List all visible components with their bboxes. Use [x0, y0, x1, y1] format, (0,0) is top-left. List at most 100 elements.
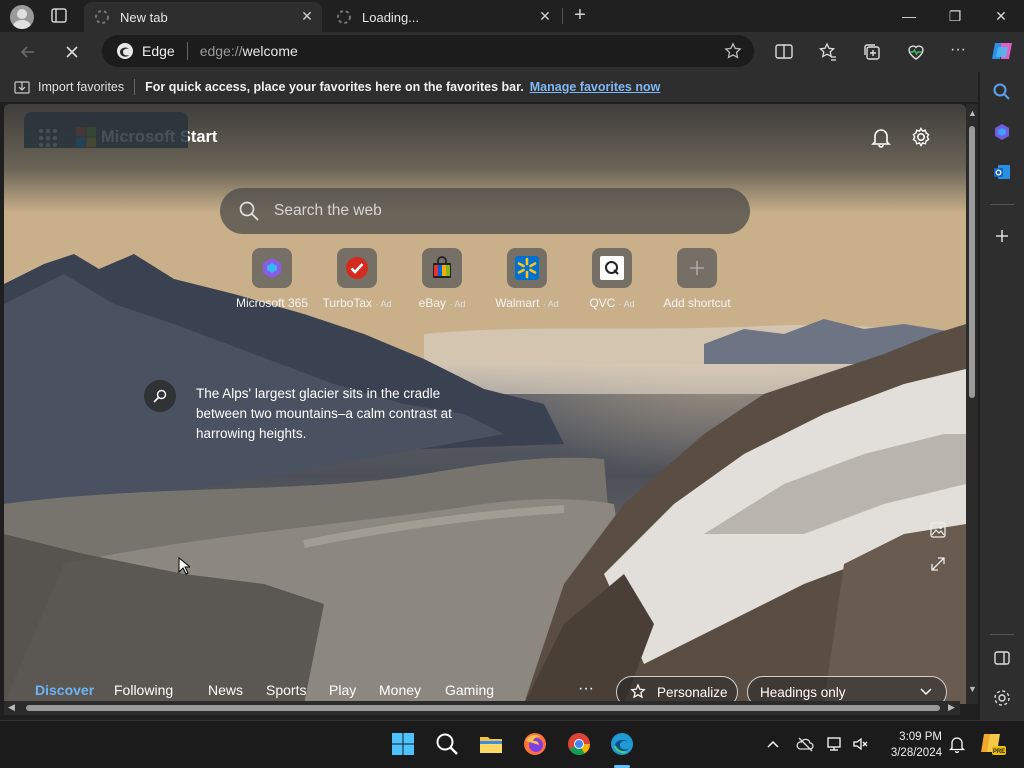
minimize-button[interactable]: —: [886, 0, 932, 32]
import-favorites-link[interactable]: Import favorites: [38, 80, 124, 94]
microsoft-365-icon[interactable]: [992, 122, 1012, 142]
ad-marker: · Ad: [375, 299, 392, 309]
firefox-icon[interactable]: [522, 731, 548, 757]
add-favorite-star-icon[interactable]: [724, 42, 742, 60]
personalize-label: Personalize: [657, 684, 728, 700]
ad-marker: · Ad: [618, 299, 635, 309]
windows-start-icon[interactable]: [390, 731, 416, 757]
mouse-cursor-icon: [178, 557, 190, 575]
address-toolbar: Edge edge://welcome ··· 1: [0, 32, 1024, 95]
file-explorer-icon[interactable]: [478, 731, 504, 757]
shortcut-tile: [677, 248, 717, 288]
web-search-box[interactable]: Search the web: [220, 188, 750, 234]
shortcut-tile: [422, 248, 462, 288]
ad-marker: · Ad: [449, 299, 466, 309]
onedrive-offline-icon[interactable]: [796, 735, 814, 753]
scrollbar-thumb[interactable]: [969, 126, 975, 398]
add-sidebar-app-icon[interactable]: [992, 226, 1012, 246]
taskbar-search-icon[interactable]: [434, 731, 460, 757]
more-tabs-button[interactable]: ···: [578, 680, 594, 698]
shortcut-tile: [337, 248, 377, 288]
scroll-left-arrow-icon[interactable]: ◀: [8, 702, 15, 713]
expand-image-icon[interactable]: [928, 554, 948, 574]
site-identity-label: Edge: [142, 43, 175, 59]
tab-title: Loading...: [362, 9, 420, 25]
sidebar-settings-gear-icon[interactable]: [992, 688, 1012, 708]
url-scheme: edge://: [199, 43, 243, 59]
tab-actions-icon[interactable]: [50, 7, 70, 25]
restore-button[interactable]: ❐: [932, 0, 978, 32]
collections-icon[interactable]: [862, 42, 882, 62]
back-button[interactable]: [16, 40, 40, 64]
stop-loading-button[interactable]: [60, 40, 84, 64]
tab-following[interactable]: Following: [114, 682, 173, 698]
ad-marker: · Ad: [542, 299, 559, 309]
stop-icon: [66, 46, 78, 58]
tab-money[interactable]: Money: [379, 682, 421, 698]
tab-new-tab[interactable]: New tab ✕: [84, 2, 322, 32]
edge-taskbar-icon[interactable]: [609, 731, 635, 757]
new-tab-page: Microsoft Start Search the web Microsoft…: [4, 104, 966, 704]
hide-sidebar-icon[interactable]: [992, 648, 1012, 668]
notification-bell-icon[interactable]: [948, 735, 966, 753]
settings-more-button[interactable]: ···: [950, 42, 970, 62]
tab-play[interactable]: Play: [329, 682, 356, 698]
address-divider: [186, 42, 188, 60]
walmart-spark-icon: [515, 256, 539, 280]
vertical-scrollbar[interactable]: ▲ ▼: [966, 104, 978, 704]
search-icon[interactable]: [992, 82, 1012, 102]
search-icon: [239, 201, 259, 221]
copilot-pre-icon[interactable]: PRE: [980, 732, 1006, 756]
image-info-button[interactable]: [144, 380, 176, 412]
image-caption[interactable]: The Alps' largest glacier sits in the cr…: [196, 384, 466, 444]
plus-icon: [690, 261, 704, 275]
profile-avatar[interactable]: [10, 5, 34, 29]
clock-time: 3:09 PM: [899, 731, 942, 743]
scroll-down-arrow-icon[interactable]: ▼: [968, 684, 977, 694]
feed-layout-value: Headings only: [760, 684, 846, 700]
close-window-button[interactable]: ✕: [978, 0, 1024, 32]
add-shortcut-button[interactable]: Add shortcut: [647, 248, 747, 310]
network-icon[interactable]: [826, 735, 844, 753]
tab-divider: [562, 8, 563, 24]
image-gallery-icon[interactable]: [928, 520, 948, 540]
split-screen-icon[interactable]: [774, 42, 794, 62]
volume-muted-icon[interactable]: [852, 735, 870, 753]
shortcut-label: Add shortcut: [663, 296, 731, 310]
favorites-icon[interactable]: [818, 42, 838, 62]
feed-layout-select[interactable]: Headings only: [747, 676, 947, 704]
page-settings-gear-icon[interactable]: [910, 126, 932, 148]
personalize-button[interactable]: Personalize: [616, 676, 738, 704]
svg-text:PRE: PRE: [993, 749, 1005, 755]
turbotax-icon: [346, 257, 368, 279]
scroll-right-arrow-icon[interactable]: ▶: [948, 702, 955, 713]
horizontal-scrollbar[interactable]: ◀ ▶: [4, 701, 960, 715]
chrome-icon[interactable]: [566, 731, 592, 757]
sidebar-divider: [990, 634, 1014, 635]
shortcut-tile: [507, 248, 547, 288]
loading-spinner-icon: [95, 10, 109, 24]
ebay-bag-icon: [433, 256, 451, 278]
tab-loading[interactable]: Loading... ✕: [326, 2, 560, 32]
copilot-icon[interactable]: [990, 39, 1014, 63]
new-tab-button[interactable]: +: [569, 5, 591, 27]
close-tab-icon[interactable]: ✕: [538, 9, 552, 23]
tab-discover[interactable]: Discover: [35, 682, 94, 698]
tab-gaming[interactable]: Gaming: [445, 682, 494, 698]
tab-sports[interactable]: Sports: [266, 682, 306, 698]
show-hidden-icons-chevron-icon[interactable]: [764, 735, 782, 753]
outlook-icon[interactable]: [992, 162, 1012, 182]
browser-essentials-icon[interactable]: [906, 42, 926, 62]
system-clock[interactable]: 3:09 PM 3/28/2024: [880, 729, 942, 761]
tab-title: New tab: [120, 9, 168, 25]
scrollbar-thumb[interactable]: [26, 705, 940, 711]
address-bar[interactable]: Edge edge://welcome: [102, 35, 754, 67]
close-tab-icon[interactable]: ✕: [300, 9, 314, 23]
tab-news[interactable]: News: [208, 682, 243, 698]
notifications-bell-icon[interactable]: [870, 126, 892, 148]
scroll-up-arrow-icon[interactable]: ▲: [968, 108, 977, 118]
shortcut-tile: [592, 248, 632, 288]
manage-favorites-link[interactable]: Manage favorites now: [530, 80, 661, 94]
feed-tab-highlight: [24, 112, 188, 148]
back-arrow-icon: [20, 46, 34, 58]
